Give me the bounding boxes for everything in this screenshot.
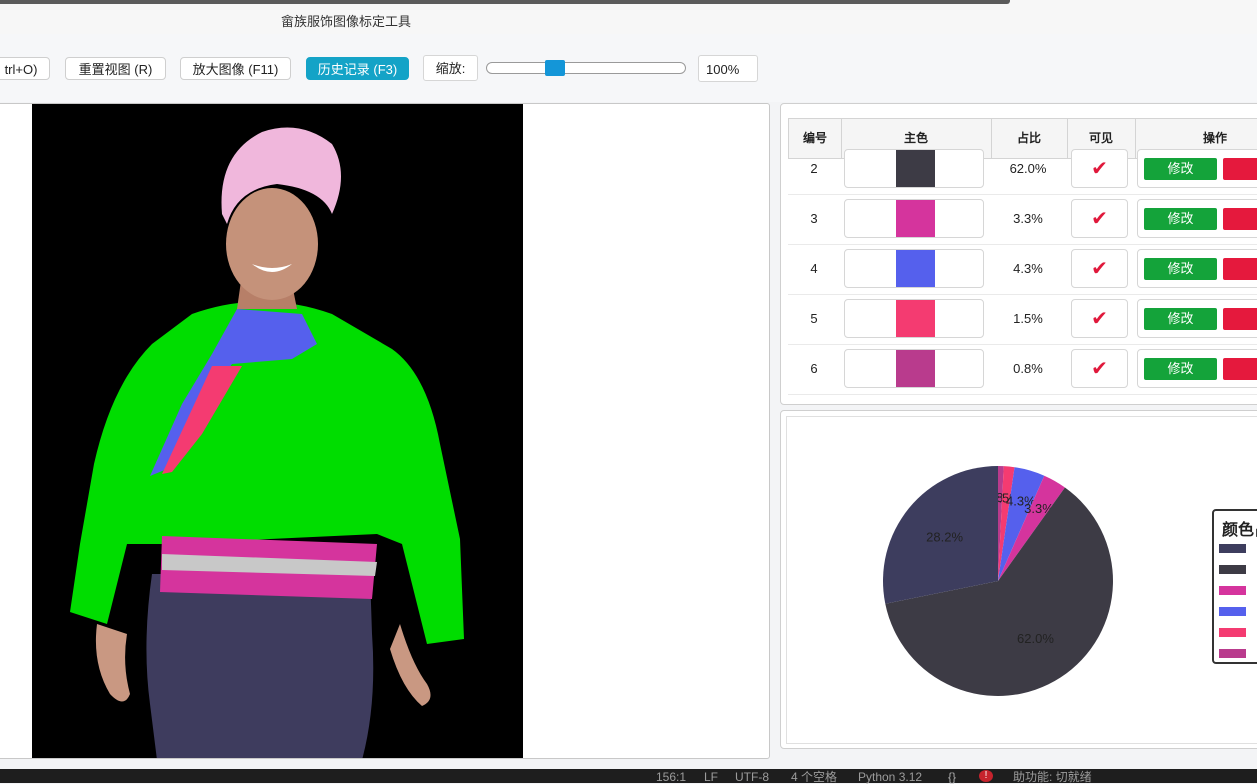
zoom-slider-handle[interactable] xyxy=(545,60,566,76)
legend-item: 2 xyxy=(1219,558,1257,578)
visible-check-icon[interactable]: ✔ xyxy=(1071,349,1128,388)
image-canvas[interactable] xyxy=(0,103,770,759)
row-ratio: 1.5% xyxy=(1013,311,1043,326)
row-actions: 修改删 xyxy=(1137,299,1257,338)
indentation[interactable]: 4 个空格 xyxy=(791,770,837,784)
legend-swatch xyxy=(1219,544,1246,553)
color-swatch xyxy=(896,250,935,287)
visible-check-icon[interactable]: ✔ xyxy=(1071,249,1128,288)
cursor-position[interactable]: 156:1 xyxy=(656,770,686,784)
color-swatch xyxy=(896,300,935,337)
legend-item: 1 xyxy=(1219,537,1257,557)
edit-button[interactable]: 修改 xyxy=(1144,308,1217,330)
legend-item: 1 xyxy=(1219,600,1257,620)
color-table-panel: 编号 主色 占比 可见 操作 262.0%✔修改删33.3%✔修改删44.3%✔… xyxy=(780,103,1257,405)
zoom-value-field[interactable]: 100% xyxy=(698,55,758,82)
color-swatch-box[interactable] xyxy=(844,149,984,188)
legend-item: 0 xyxy=(1219,642,1257,662)
legend-item: 1 xyxy=(1219,579,1257,599)
legend-swatch xyxy=(1219,649,1246,658)
segmented-photo xyxy=(32,104,523,758)
enlarge-image-button[interactable]: 放大图像 (F11) xyxy=(180,57,291,80)
title-bar-edge xyxy=(0,0,1010,4)
legend-swatch xyxy=(1219,628,1246,637)
edit-button[interactable]: 修改 xyxy=(1144,358,1217,380)
alert-icon[interactable]: ! xyxy=(979,770,993,782)
pie-data-label: 28.2% xyxy=(926,529,963,544)
skirt-region xyxy=(146,574,374,758)
color-swatch-box[interactable] xyxy=(844,199,984,238)
title-bar: 畲族服饰图像标定工具 xyxy=(0,0,1257,35)
braces-icon[interactable]: {} xyxy=(948,770,956,784)
edit-button[interactable]: 修改 xyxy=(1144,258,1217,280)
zoom-label: 缩放: xyxy=(423,55,478,81)
color-swatch xyxy=(896,350,935,387)
row-id: 6 xyxy=(810,361,818,376)
line-ending[interactable]: LF xyxy=(704,770,718,784)
pie-data-label: 62.0% xyxy=(1017,631,1054,646)
open-image-button[interactable]: trl+O) xyxy=(0,57,50,80)
table-row: 33.3%✔修改删 xyxy=(788,194,1257,245)
zoom-slider[interactable] xyxy=(486,62,686,74)
visible-check-icon[interactable]: ✔ xyxy=(1071,199,1128,238)
row-ratio: 4.3% xyxy=(1013,261,1043,276)
visible-check-icon[interactable]: ✔ xyxy=(1071,149,1128,188)
edit-button[interactable]: 修改 xyxy=(1144,208,1217,230)
table-row: 60.8%✔修改删 xyxy=(788,344,1257,395)
table-row: 262.0%✔修改删 xyxy=(788,144,1257,195)
status-bar: 156:1 LF UTF-8 4 个空格 Python 3.12 {} ! 助功… xyxy=(0,769,1257,784)
face xyxy=(226,188,318,300)
row-ratio: 0.8% xyxy=(1013,361,1043,376)
table-row: 44.3%✔修改删 xyxy=(788,244,1257,295)
row-id: 5 xyxy=(810,311,818,326)
delete-button[interactable]: 删 xyxy=(1223,258,1257,280)
row-actions: 修改删 xyxy=(1137,349,1257,388)
delete-button[interactable]: 删 xyxy=(1223,358,1257,380)
color-swatch xyxy=(896,200,935,237)
legend-swatch xyxy=(1219,565,1246,574)
row-actions: 修改删 xyxy=(1137,149,1257,188)
delete-button[interactable]: 删 xyxy=(1223,158,1257,180)
pie-chart: 0.8%1.5%4.3%3.3%62.0%28.2% xyxy=(883,466,1113,696)
encoding[interactable]: UTF-8 xyxy=(735,770,769,784)
visible-check-icon[interactable]: ✔ xyxy=(1071,299,1128,338)
edit-button[interactable]: 修改 xyxy=(1144,158,1217,180)
row-id: 3 xyxy=(810,211,818,226)
window-title: 畲族服饰图像标定工具 xyxy=(280,14,411,29)
color-swatch-box[interactable] xyxy=(844,349,984,388)
legend-swatch xyxy=(1219,607,1246,616)
chart-panel: 0.8%1.5%4.3%3.3%62.0%28.2% 颜色占 121100 xyxy=(780,410,1257,749)
history-button[interactable]: 历史记录 (F3) xyxy=(306,57,409,80)
legend-swatch xyxy=(1219,586,1246,595)
status-message: 助功能: 切就绪 xyxy=(1013,770,1092,784)
row-id: 4 xyxy=(810,261,818,276)
chart-legend: 颜色占 121100 xyxy=(1212,509,1257,664)
right-hand xyxy=(390,624,431,706)
row-actions: 修改删 xyxy=(1137,249,1257,288)
color-swatch xyxy=(896,150,935,187)
left-hand xyxy=(95,624,130,702)
color-swatch-box[interactable] xyxy=(844,249,984,288)
reset-view-button[interactable]: 重置视图 (R) xyxy=(65,57,166,80)
segmented-figure xyxy=(70,127,464,758)
row-ratio: 3.3% xyxy=(1013,211,1043,226)
color-swatch-box[interactable] xyxy=(844,299,984,338)
row-ratio: 62.0% xyxy=(1009,161,1047,176)
language-mode[interactable]: Python 3.12 xyxy=(858,770,922,784)
table-row: 51.5%✔修改删 xyxy=(788,294,1257,345)
chart-area: 0.8%1.5%4.3%3.3%62.0%28.2% 颜色占 121100 xyxy=(786,416,1257,744)
row-id: 2 xyxy=(810,161,818,176)
row-actions: 修改删 xyxy=(1137,199,1257,238)
legend-item: 0 xyxy=(1219,621,1257,641)
delete-button[interactable]: 删 xyxy=(1223,208,1257,230)
delete-button[interactable]: 删 xyxy=(1223,308,1257,330)
